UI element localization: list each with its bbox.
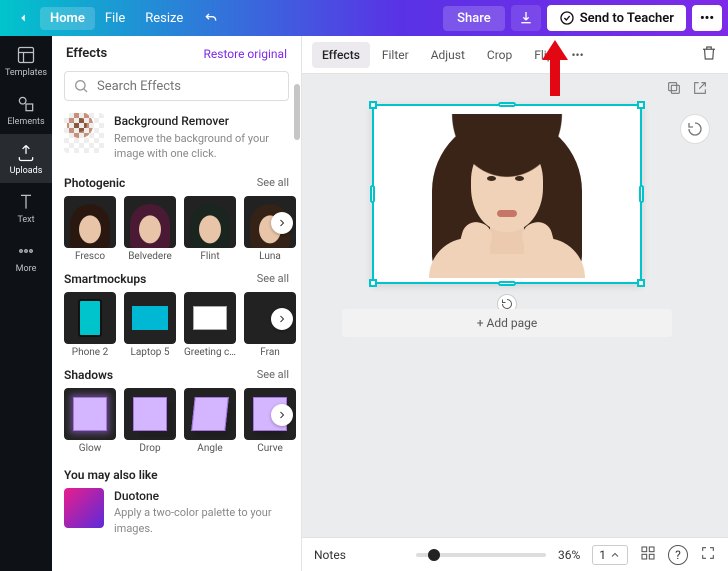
section-smartmockups-title: Smartmockups: [64, 272, 146, 286]
grid-view-icon[interactable]: [640, 545, 656, 564]
open-page-icon[interactable]: [692, 80, 708, 96]
left-rail: Templates Elements Uploads Text More: [0, 36, 52, 571]
shadow-drop[interactable]: Drop: [124, 388, 176, 454]
search-icon: [73, 78, 89, 94]
share-button[interactable]: Share: [443, 6, 505, 31]
section-also-like-title: You may also like: [64, 468, 158, 482]
back-button[interactable]: [6, 7, 40, 29]
duotone-thumb-icon: [64, 488, 104, 528]
section-photogenic-seeall[interactable]: See all: [257, 176, 289, 189]
file-menu[interactable]: File: [95, 7, 135, 30]
undo-button[interactable]: [193, 6, 229, 30]
send-teacher-label: Send to Teacher: [580, 11, 674, 26]
resize-handle[interactable]: [637, 101, 645, 109]
photogenic-next-button[interactable]: [271, 212, 293, 234]
duotone-title: Duotone: [114, 488, 289, 505]
resize-handle[interactable]: [498, 102, 516, 107]
tab-filter[interactable]: Filter: [372, 42, 419, 68]
help-icon[interactable]: ?: [668, 545, 688, 565]
effect-fresco[interactable]: Fresco: [64, 196, 116, 262]
bg-remover-title: Background Remover: [114, 113, 289, 130]
search-input[interactable]: [97, 79, 280, 94]
resize-handle[interactable]: [369, 101, 377, 109]
home-button[interactable]: Home: [40, 7, 95, 30]
rail-more[interactable]: More: [0, 232, 52, 281]
section-shadows-title: Shadows: [64, 368, 113, 382]
download-button[interactable]: [511, 5, 541, 31]
effect-belvedere[interactable]: Belvedere: [124, 196, 176, 262]
zoom-slider[interactable]: [416, 553, 546, 557]
section-photogenic-title: Photogenic: [64, 176, 125, 190]
shadow-angle[interactable]: Angle: [184, 388, 236, 454]
resize-handle[interactable]: [370, 185, 375, 203]
bottom-bar: Notes 36% 1 ?: [302, 537, 728, 571]
resize-handle[interactable]: [498, 281, 516, 286]
mockup-phone2[interactable]: Phone 2: [64, 292, 116, 358]
duotone-desc: Apply a two-color palette to your images…: [114, 505, 289, 536]
duotone-item[interactable]: Duotone Apply a two-color palette to you…: [64, 488, 289, 537]
effects-panel: Effects Restore original Background Remo…: [52, 36, 302, 571]
toolbar-more-icon[interactable]: •••: [565, 42, 589, 68]
resize-menu[interactable]: Resize: [135, 7, 193, 30]
panel-title: Effects: [66, 46, 107, 61]
shadows-next-button[interactable]: [271, 404, 293, 426]
reset-view-button[interactable]: [680, 114, 710, 144]
tab-effects[interactable]: Effects: [312, 42, 370, 68]
resize-handle[interactable]: [637, 279, 645, 287]
canvas-area: Effects Filter Adjust Crop Flip •••: [302, 36, 728, 571]
fullscreen-icon[interactable]: [700, 545, 716, 564]
page-indicator[interactable]: 1: [592, 545, 628, 565]
delete-button[interactable]: [700, 44, 718, 65]
portrait-image: [378, 110, 636, 278]
rail-elements[interactable]: Elements: [0, 85, 52, 134]
smartmockups-next-button[interactable]: [271, 308, 293, 330]
zoom-value: 36%: [558, 548, 580, 562]
tab-flip[interactable]: Flip: [524, 42, 563, 68]
tab-crop[interactable]: Crop: [477, 42, 522, 68]
mockup-laptop5[interactable]: Laptop 5: [124, 292, 176, 358]
rail-text[interactable]: Text: [0, 183, 52, 232]
bg-remover-desc: Remove the background of your image with…: [114, 131, 289, 162]
mockup-greeting-card[interactable]: Greeting car...: [184, 292, 236, 358]
section-smartmockups-seeall[interactable]: See all: [257, 272, 289, 285]
duplicate-page-icon[interactable]: [666, 80, 682, 96]
tab-adjust[interactable]: Adjust: [421, 42, 475, 68]
rail-uploads[interactable]: Uploads: [0, 134, 52, 183]
top-toolbar: Home File Resize Share Send to Teacher •…: [0, 0, 728, 36]
shadow-glow[interactable]: Glow: [64, 388, 116, 454]
chevron-up-icon: [609, 549, 621, 561]
send-to-teacher-button[interactable]: Send to Teacher: [547, 5, 686, 31]
canvas-toolbar: Effects Filter Adjust Crop Flip •••: [302, 36, 728, 74]
restore-original-link[interactable]: Restore original: [204, 47, 287, 61]
resize-handle[interactable]: [639, 185, 644, 203]
search-effects[interactable]: [64, 71, 289, 101]
add-page-button[interactable]: + Add page: [342, 309, 672, 337]
panel-scrollbar[interactable]: [294, 84, 300, 140]
section-shadows-seeall[interactable]: See all: [257, 368, 289, 381]
rail-templates[interactable]: Templates: [0, 36, 52, 85]
bg-remover-thumb-icon: [64, 113, 104, 153]
canvas-selected-image[interactable]: [372, 104, 642, 284]
notes-button[interactable]: Notes: [314, 548, 346, 562]
bg-remover-item[interactable]: Background Remover Remove the background…: [64, 113, 289, 162]
canvas-stage[interactable]: + Add page: [302, 74, 728, 537]
topbar-more-button[interactable]: •••: [692, 5, 722, 31]
effect-flint[interactable]: Flint: [184, 196, 236, 262]
resize-handle[interactable]: [369, 279, 377, 287]
